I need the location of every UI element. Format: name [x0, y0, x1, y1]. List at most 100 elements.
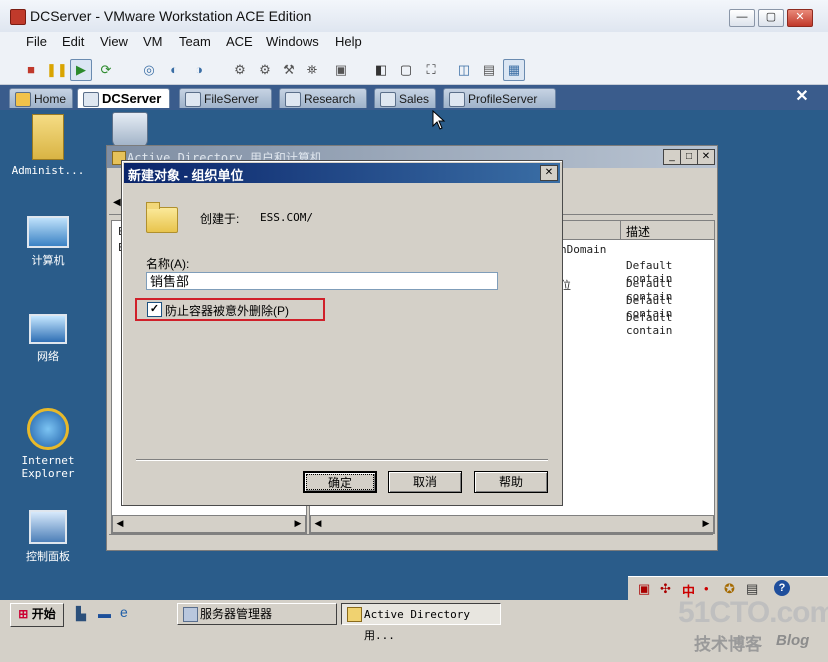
help-icon[interactable]: ? [774, 580, 790, 596]
snapshot-icon[interactable]: ◎ [138, 59, 160, 81]
input-method-icon[interactable]: ✣ [660, 581, 671, 597]
vm-icon [83, 92, 99, 107]
ok-button[interactable]: 确定 [303, 471, 377, 493]
vm-icon [449, 92, 465, 107]
softkeyboard-icon[interactable]: ✪ [724, 581, 735, 597]
ime-icon[interactable]: ▣ [638, 581, 650, 597]
full-screen-icon[interactable]: ⛶ [420, 59, 442, 81]
dialog-separator [136, 459, 548, 461]
server-manager-quicklaunch-icon[interactable]: ▙ [76, 606, 86, 622]
reset-icon[interactable]: ⟳ [95, 59, 117, 81]
details-horizontal-scrollbar[interactable]: ◀ ▶ [310, 515, 714, 533]
tab-label: FileServer [204, 92, 259, 106]
stop-icon[interactable]: ■ [20, 59, 42, 81]
close-tab-icon[interactable]: ✕ [793, 88, 811, 106]
punctuation-icon[interactable]: • [704, 581, 709, 596]
ad-minimize-button[interactable]: _ [663, 149, 681, 165]
appliance-view-icon[interactable]: ▦ [503, 59, 525, 81]
quick-switch-icon[interactable]: ▢ [395, 59, 417, 81]
pause-icon[interactable]: ❚❚ [45, 59, 68, 81]
team-settings-icon[interactable]: ⚙ [254, 59, 276, 81]
desktop-icon-label: 控制面板 [26, 550, 70, 563]
snapshot-manager-icon[interactable]: ◑ [188, 59, 210, 81]
scroll-left-icon[interactable]: ◀ [113, 516, 127, 530]
help-button[interactable]: 帮助 [474, 471, 548, 493]
menu-team[interactable]: Team [179, 34, 211, 49]
desktop-icon-control-panel[interactable]: 控制面板 [8, 506, 88, 564]
team-icon[interactable]: ⚙ [229, 59, 251, 81]
control-panel-icon [29, 510, 67, 544]
revert-snapshot-icon[interactable]: ◐ [163, 59, 185, 81]
desktop-icon-label: 网络 [37, 350, 59, 363]
back-arrow-icon[interactable]: ◀ [113, 197, 121, 208]
menu-edit[interactable]: Edit [62, 34, 84, 49]
created-in-value: ESS.COM/ [260, 211, 313, 224]
summary-view-icon[interactable]: ▤ [478, 59, 500, 81]
desktop-icon-administrator[interactable]: Administ... [8, 114, 88, 177]
maximize-button[interactable]: ▢ [758, 9, 784, 27]
active-directory-icon [347, 607, 362, 622]
watermark-text: 技术博客 [694, 635, 762, 654]
play-icon[interactable]: ▶ [70, 59, 92, 81]
package-icon[interactable]: ⚒ [278, 59, 300, 81]
protect-from-deletion-checkbox[interactable]: ✓ [147, 302, 162, 317]
name-input[interactable]: 销售部 [146, 272, 498, 290]
protect-from-deletion-label[interactable]: 防止容器被意外删除(P) [165, 302, 289, 319]
menu-view[interactable]: View [100, 34, 128, 49]
tab-label: ProfileServer [468, 92, 538, 106]
tab-home[interactable]: Home [9, 88, 73, 108]
taskbar-button-server-manager[interactable]: 服务器管理器 [177, 603, 337, 625]
details-row-desc: Default contain [626, 311, 673, 337]
menu-ace[interactable]: ACE [226, 34, 253, 49]
tab-fileserver[interactable]: FileServer [179, 88, 272, 108]
start-label: 开始 [31, 607, 56, 621]
desktop-icon-internet-explorer[interactable]: Internet Explorer [8, 408, 88, 480]
tab-label: Home [34, 92, 67, 106]
policy-icon[interactable]: ⛯ [301, 59, 323, 81]
taskbar-button-active-directory[interactable]: Active Directory 用... [341, 603, 501, 642]
tab-profileserver[interactable]: ProfileServer [443, 88, 556, 108]
desktop-icon-network[interactable]: 网络 [8, 310, 88, 364]
tab-sales[interactable]: Sales [374, 88, 436, 108]
window-title: DCServer - VMware Workstation ACE Editio… [30, 8, 312, 24]
ie-quicklaunch-icon[interactable]: e [120, 604, 128, 620]
column-divider [620, 221, 621, 239]
tree-horizontal-scrollbar[interactable]: ◀ ▶ [112, 515, 306, 533]
name-label: 名称(A): [146, 257, 190, 271]
scroll-right-icon[interactable]: ▶ [699, 516, 713, 530]
watermark-logo: 51CTO.com [678, 596, 828, 629]
menu-windows[interactable]: Windows [266, 34, 319, 49]
close-button[interactable]: ✕ [787, 9, 813, 27]
menu-vm[interactable]: VM [143, 34, 163, 49]
tab-label: Research [304, 92, 356, 106]
minimize-button[interactable]: — [729, 9, 755, 27]
desktop-icon-computer[interactable]: 计算机 [8, 212, 88, 268]
scroll-left-icon[interactable]: ◀ [311, 516, 325, 530]
ad-maximize-button[interactable]: □ [680, 149, 698, 165]
home-icon [15, 92, 31, 107]
column-header-description[interactable]: 描述 [626, 223, 650, 240]
vm-icon [380, 92, 396, 107]
server-manager-icon [183, 607, 198, 622]
console-view-icon[interactable]: ◫ [453, 59, 475, 81]
menu-help[interactable]: Help [335, 34, 362, 49]
details-row-name[interactable]: nDomain [560, 243, 606, 256]
cancel-button[interactable]: 取消 [388, 471, 462, 493]
recycle-bin-icon[interactable] [112, 112, 148, 148]
ime-settings-icon[interactable]: ▤ [746, 581, 758, 597]
menu-file[interactable]: File [26, 34, 47, 49]
watermark-blog: Blog [776, 632, 810, 649]
new-ou-dialog: 新建对象 - 组织单位 ✕ 创建于: ESS.COM/ 名称(A): 销售部 ✓… [121, 160, 563, 506]
start-button[interactable]: ⊞ 开始 [10, 603, 64, 627]
tab-dcserver[interactable]: DCServer [77, 88, 170, 108]
vm-icon [185, 92, 201, 107]
dialog-close-button[interactable]: ✕ [540, 165, 558, 181]
tab-research[interactable]: Research [279, 88, 367, 108]
desktop-icon-label: Internet Explorer [21, 454, 75, 480]
network-icon [29, 314, 67, 344]
scroll-right-icon[interactable]: ▶ [291, 516, 305, 530]
powershell-quicklaunch-icon[interactable]: ▬ [98, 606, 111, 621]
preview-icon[interactable]: ▣ [330, 59, 352, 81]
sidebar-icon[interactable]: ◧ [370, 59, 392, 81]
ad-close-button[interactable]: ✕ [697, 149, 715, 165]
